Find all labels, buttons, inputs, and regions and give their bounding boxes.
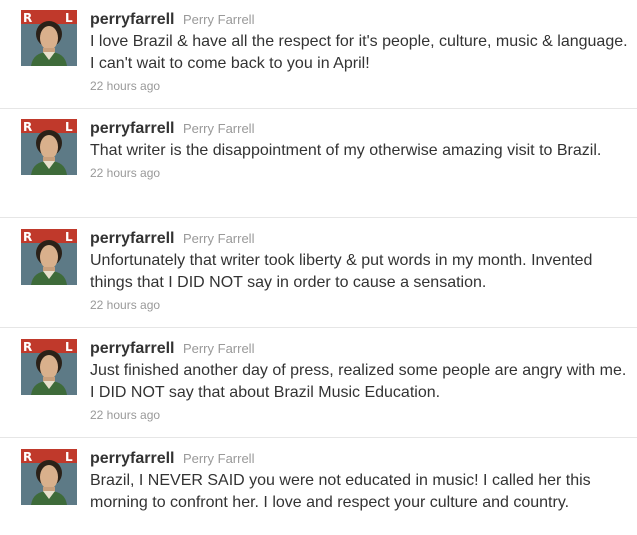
avatar[interactable]: R L (21, 449, 77, 505)
tweet-timestamp-link[interactable]: 22 hours ago (90, 407, 629, 423)
svg-text:L: L (65, 340, 73, 354)
svg-text:L: L (65, 450, 73, 464)
full-name: Perry Farrell (182, 451, 255, 466)
avatar-photo-icon: R L (21, 229, 77, 285)
tweet-item: R L perryfarrell Perry Farrell That writ… (0, 109, 637, 217)
tweet-text: Unfortunately that writer took liberty &… (90, 252, 593, 291)
svg-text:R: R (23, 11, 32, 25)
tweet-item: R L perryfarrell Perry Farrell Unfortuna… (0, 218, 637, 327)
svg-text:L: L (65, 120, 73, 134)
tweet-item: R L perryfarrell Perry Farrell I love Br… (0, 0, 637, 108)
screen-name-link[interactable]: perryfarrell (90, 11, 175, 28)
tweet-text: That writer is the disappointment of my … (90, 142, 602, 159)
tweet-timeline: R L perryfarrell Perry Farrell I love Br… (0, 0, 637, 535)
avatar-photo-icon: R L (21, 10, 77, 66)
avatar-photo-icon: R L (21, 119, 77, 175)
svg-text:R: R (23, 120, 32, 134)
tweet-text: Just finished another day of press, real… (90, 362, 627, 401)
svg-text:L: L (65, 11, 73, 25)
full-name: Perry Farrell (182, 121, 255, 136)
avatar[interactable]: R L (21, 119, 77, 175)
avatar[interactable]: R L (21, 339, 77, 395)
tweet-timestamp-link[interactable]: 22 hours ago (90, 78, 629, 94)
avatar-photo-icon: R L (21, 339, 77, 395)
avatar-photo-icon: R L (21, 449, 77, 505)
tweet-text: Brazil, I NEVER SAID you were not educat… (90, 472, 591, 511)
full-name: Perry Farrell (182, 341, 255, 356)
screen-name-link[interactable]: perryfarrell (90, 230, 175, 247)
avatar[interactable]: R L (21, 10, 77, 66)
tweet-item: R L perryfarrell Perry Farrell Brazil, I… (0, 438, 637, 535)
full-name: Perry Farrell (182, 231, 255, 246)
screen-name-link[interactable]: perryfarrell (90, 120, 175, 137)
svg-text:R: R (23, 450, 32, 464)
tweet-item: R L perryfarrell Perry Farrell Just fini… (0, 328, 637, 437)
tweet-timestamp-link[interactable]: 22 hours ago (90, 297, 629, 313)
screen-name-link[interactable]: perryfarrell (90, 450, 175, 467)
screen-name-link[interactable]: perryfarrell (90, 340, 175, 357)
svg-text:R: R (23, 230, 32, 244)
avatar[interactable]: R L (21, 229, 77, 285)
full-name: Perry Farrell (182, 12, 255, 27)
tweet-timestamp-link[interactable]: 22 hours ago (90, 165, 629, 181)
svg-text:R: R (23, 340, 32, 354)
tweet-text: I love Brazil & have all the respect for… (90, 33, 628, 72)
svg-text:L: L (65, 230, 73, 244)
